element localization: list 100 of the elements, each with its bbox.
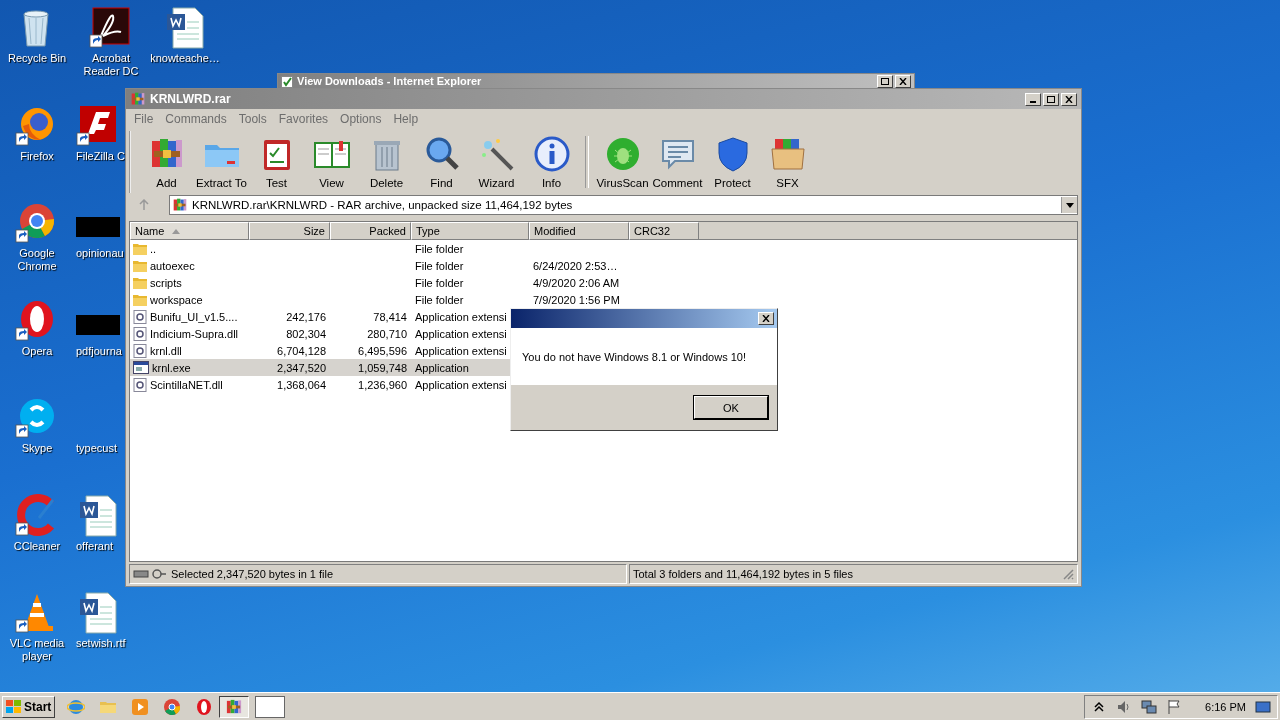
table-cell: Application extensi bbox=[415, 327, 507, 340]
toolbar-button[interactable]: Info bbox=[524, 135, 579, 189]
file-row[interactable]: ScintillaNET.dll 1,368,064 1,236,960 Application extensi bbox=[130, 376, 510, 393]
program-window-icon bbox=[133, 361, 149, 374]
toolbar-button[interactable]: VirusScan bbox=[595, 135, 650, 189]
desktop-icon-label[interactable]: offerant bbox=[76, 539, 114, 553]
table-cell: Bunifu_UI_v1.5.... bbox=[150, 310, 238, 323]
column-header[interactable]: Packed bbox=[330, 222, 411, 240]
desktop-icon-label[interactable]: Opera bbox=[21, 344, 53, 358]
desktop-icon-label[interactable]: CCleaner bbox=[13, 539, 61, 553]
desktop-icon-label[interactable]: pdfjourna bbox=[76, 344, 122, 358]
table-cell: 4/9/2020 2:06 AM bbox=[533, 276, 620, 289]
ok-button[interactable]: OK bbox=[694, 396, 768, 419]
column-header[interactable]: CRC32 bbox=[629, 222, 699, 240]
toolbar-button[interactable]: Comment bbox=[650, 135, 705, 189]
file-row[interactable]: krnl.exe 2,347,520 1,059,748 Application bbox=[130, 359, 510, 376]
drive-icon bbox=[133, 569, 167, 579]
table-cell: 78,414 bbox=[373, 310, 407, 323]
toolbar-button[interactable]: Test bbox=[249, 135, 304, 189]
table-cell: ScintillaNET.dll bbox=[150, 378, 223, 391]
file-row[interactable]: Bunifu_UI_v1.5.... 242,176 78,414 Application extensi bbox=[130, 308, 510, 325]
taskbar-button[interactable] bbox=[255, 695, 286, 718]
sort-arrow-icon bbox=[172, 228, 181, 234]
folder-icon bbox=[133, 276, 147, 289]
table-cell: 1,059,748 bbox=[358, 361, 407, 374]
toolbar-button[interactable]: Delete bbox=[359, 135, 414, 189]
toolbar-button[interactable]: Find bbox=[414, 135, 469, 189]
file-row[interactable]: Indicium-Supra.dll 802,304 280,710 Application extensi bbox=[130, 325, 510, 342]
file-row[interactable]: .. File folder bbox=[130, 240, 510, 257]
desktop-icon-label[interactable]: opinionau bbox=[76, 247, 124, 260]
menu-item[interactable]: Tools bbox=[233, 112, 274, 126]
menu-item[interactable]: Commands bbox=[160, 112, 234, 126]
toolbar-button[interactable]: View bbox=[304, 135, 359, 189]
table-cell: 242,176 bbox=[286, 310, 326, 323]
maximize-button[interactable] bbox=[877, 75, 893, 88]
close-button[interactable] bbox=[1061, 92, 1077, 106]
file-row[interactable]: scripts File folder 4/9/2020 2:06 AM bbox=[130, 274, 1077, 291]
desktop-icon-label[interactable]: Recycle Bin bbox=[7, 52, 67, 65]
file-row[interactable]: workspace File folder 7/9/2020 1:56 PM bbox=[130, 291, 1077, 308]
table-cell: 280,710 bbox=[367, 327, 407, 340]
table-cell: Application extensi bbox=[415, 344, 507, 357]
desktop-icon-label[interactable]: Firefox bbox=[20, 149, 54, 163]
status-text: Total 3 folders and 11,464,192 bytes in 5 files bbox=[633, 568, 853, 580]
browser-icon[interactable] bbox=[195, 697, 214, 716]
desktop-icon-label[interactable]: VLC media player bbox=[1, 637, 73, 663]
toolbar-button[interactable]: Wizard bbox=[469, 135, 524, 189]
table-cell: scripts bbox=[150, 276, 182, 289]
window-title: KRNLWRD.rar bbox=[150, 92, 231, 106]
column-header[interactable]: Name bbox=[130, 222, 249, 240]
toolbar-button[interactable]: Protect bbox=[705, 135, 760, 189]
path-field[interactable]: KRNLWRD.rar\KRNLWRD - RAR archive, unpacked size 11,464,192 bytes bbox=[169, 195, 1078, 215]
show-desktop-icon[interactable] bbox=[1255, 698, 1271, 715]
table-cell: 1,368,064 bbox=[277, 378, 326, 391]
network-icon[interactable] bbox=[1141, 698, 1158, 715]
column-header[interactable]: Type bbox=[411, 222, 529, 240]
file-gear-icon bbox=[133, 377, 147, 392]
desktop-icon-label[interactable]: FileZilla C bbox=[76, 149, 125, 163]
taskbar-button[interactable] bbox=[219, 695, 250, 718]
close-icon bbox=[762, 315, 770, 322]
desktop-icon-label[interactable]: knowteache… bbox=[150, 52, 220, 65]
browser-icon[interactable] bbox=[163, 697, 182, 716]
table-cell: krnl.dll bbox=[150, 344, 182, 357]
clock[interactable]: 6:16 PM bbox=[1205, 700, 1246, 713]
minimize-button[interactable] bbox=[1025, 92, 1041, 106]
desktop-icon-label[interactable]: Skype bbox=[21, 442, 53, 455]
pdf-icon[interactable] bbox=[89, 6, 133, 50]
start-button[interactable]: Start bbox=[2, 695, 56, 718]
dropdown-arrow-icon bbox=[1065, 202, 1074, 208]
table-cell: 6,704,128 bbox=[277, 344, 326, 357]
archive-icon bbox=[225, 697, 244, 716]
column-header[interactable]: Size bbox=[249, 222, 330, 240]
menu-item[interactable]: Options bbox=[335, 112, 389, 126]
toolbar-button[interactable]: SFX bbox=[760, 135, 815, 189]
maximize-icon bbox=[1047, 95, 1055, 103]
close-icon bbox=[899, 78, 907, 85]
desktop-icon-label[interactable]: Google Chrome bbox=[1, 247, 73, 273]
toolbar-button[interactable]: Add bbox=[139, 135, 194, 189]
close-button[interactable] bbox=[758, 312, 774, 325]
table-cell: Application bbox=[415, 361, 469, 374]
table-cell: File folder bbox=[415, 259, 464, 272]
close-button[interactable] bbox=[895, 75, 911, 88]
table-cell: 1,236,960 bbox=[358, 378, 407, 391]
archive-icon bbox=[130, 91, 146, 107]
flag-icon[interactable] bbox=[1166, 698, 1183, 715]
column-header[interactable]: Modified bbox=[529, 222, 629, 240]
desktop-icon-label[interactable]: Acrobat Reader DC bbox=[75, 52, 147, 78]
desktop-icon-label[interactable]: typecust bbox=[76, 442, 117, 455]
maximize-button[interactable] bbox=[1043, 92, 1059, 106]
toolbar-button[interactable]: Extract To bbox=[194, 135, 249, 189]
file-row[interactable]: krnl.dll 6,704,128 6,495,596 Application extensi bbox=[130, 342, 510, 359]
archive-icon bbox=[172, 197, 188, 213]
dialog-message: You do not have Windows 8.1 or Windows 10! bbox=[522, 350, 746, 363]
table-cell: Application extensi bbox=[415, 378, 507, 391]
info-icon bbox=[532, 135, 571, 173]
file-row[interactable]: autoexec File folder 6/24/2020 2:53… bbox=[130, 257, 1077, 274]
desktop-icon-label[interactable]: setwish.rtf bbox=[76, 637, 126, 650]
table-cell: File folder bbox=[415, 242, 464, 255]
table-cell: 7/9/2020 1:56 PM bbox=[533, 293, 620, 306]
resize-grip-icon[interactable] bbox=[1062, 568, 1074, 580]
file-gear-icon bbox=[133, 326, 147, 341]
